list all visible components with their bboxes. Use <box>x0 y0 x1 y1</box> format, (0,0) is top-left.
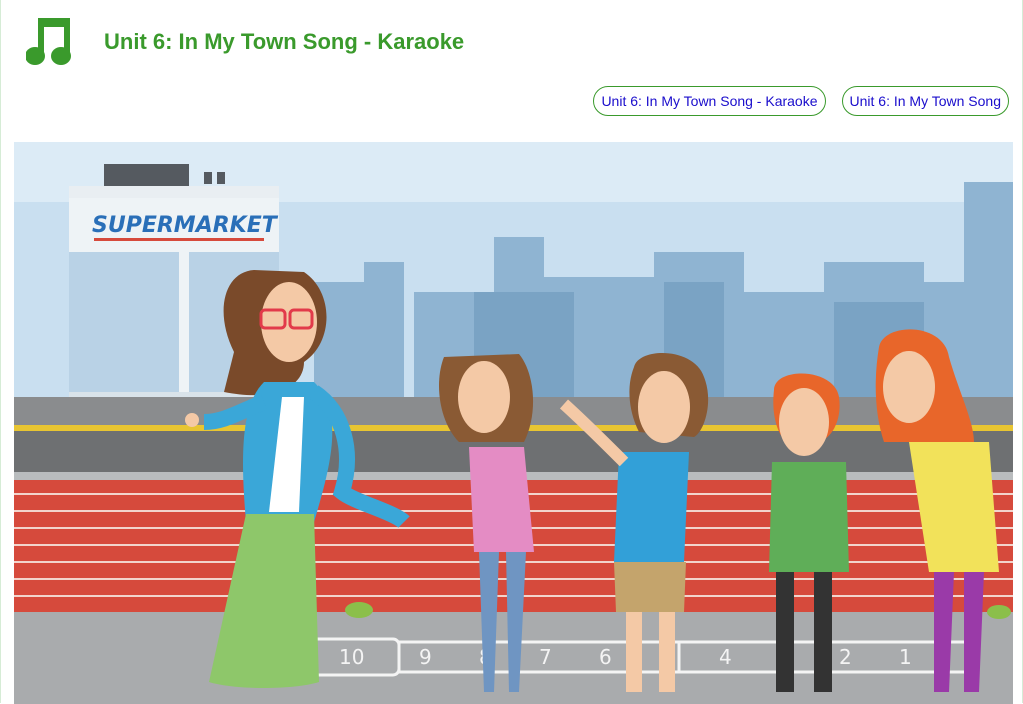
header: Unit 6: In My Town Song - Karaoke <box>26 14 464 70</box>
song-links: Unit 6: In My Town Song - Karaoke Unit 6… <box>593 86 1009 116</box>
hopscotch-number: 4 <box>719 645 732 669</box>
video-player[interactable]: SUPERMARKET 10 9 7 6 4 2 1 <box>14 142 1013 704</box>
hopscotch-number: 10 <box>339 645 364 669</box>
hopscotch-number: 6 <box>599 645 612 669</box>
sign-stripe <box>94 238 264 241</box>
supermarket-sign: SUPERMARKET <box>92 213 279 238</box>
karaoke-song-link[interactable]: Unit 6: In My Town Song - Karaoke <box>593 86 826 116</box>
hopscotch-number: 2 <box>839 645 852 669</box>
music-note-icon <box>26 18 71 65</box>
page-title: Unit 6: In My Town Song - Karaoke <box>104 29 465 54</box>
page: Unit 6: In My Town Song - Karaoke Unit 6… <box>0 0 1023 704</box>
hopscotch-number: 1 <box>899 645 912 669</box>
hopscotch-number: 9 <box>419 645 432 669</box>
video-frame[interactable]: SUPERMARKET 10 9 7 6 4 2 1 <box>14 142 1013 704</box>
hopscotch-number: 7 <box>539 645 552 669</box>
song-link[interactable]: Unit 6: In My Town Song <box>841 86 1009 116</box>
